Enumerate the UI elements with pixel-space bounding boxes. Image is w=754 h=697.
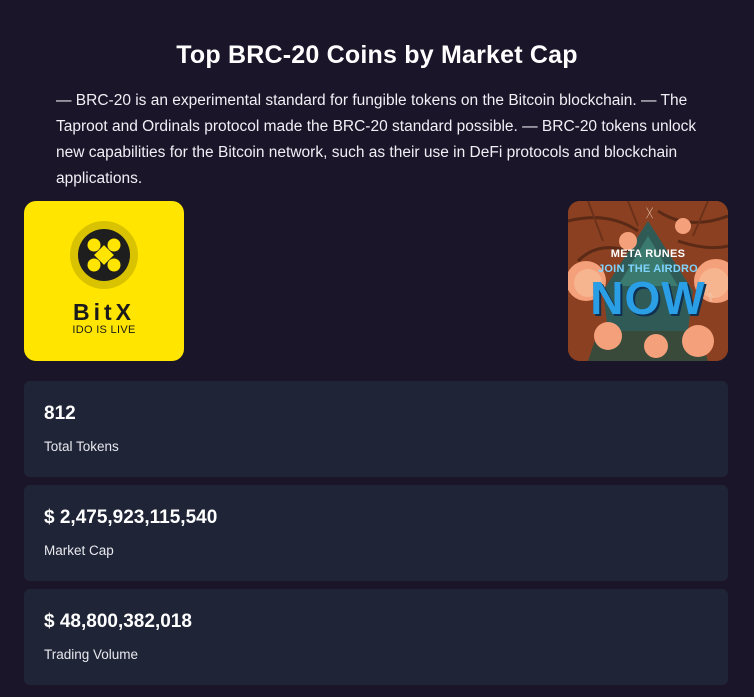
- trading-volume-label: Trading Volume: [44, 647, 139, 662]
- bitx-tagline: IDO IS LIVE: [72, 324, 136, 336]
- meta-runes-brand: META RUNES: [610, 248, 686, 260]
- stat-card-market-cap: $ 2,475,923,115,540 Market Cap: [24, 485, 728, 581]
- market-cap-value: $ 2,475,923,115,540: [44, 507, 218, 528]
- page-title: Top BRC-20 Coins by Market Cap: [176, 40, 578, 69]
- stat-card-total-tokens: 812 Total Tokens: [24, 381, 728, 477]
- meta-runes-now-text: NOW: [590, 272, 706, 324]
- total-tokens-value: 812: [44, 403, 76, 424]
- svg-text:ᚷ: ᚷ: [646, 206, 653, 220]
- bitx-brand-name: BitX: [73, 299, 135, 325]
- total-tokens-label: Total Tokens: [44, 439, 119, 454]
- trading-volume-value: $ 48,800,382,018: [44, 611, 192, 632]
- market-cap-label: Market Cap: [44, 543, 114, 558]
- meta-runes-ad-banner[interactable]: ᚷ ᚱ META RUNES JOIN THE AIRDRO NOW: [568, 201, 728, 361]
- bitx-ad-banner[interactable]: BitX IDO IS LIVE: [24, 201, 184, 361]
- bitx-logo-icon: [70, 221, 138, 289]
- intro-description: — BRC-20 is an experimental standard for…: [56, 91, 697, 187]
- stat-card-trading-volume: $ 48,800,382,018 Trading Volume: [24, 589, 728, 685]
